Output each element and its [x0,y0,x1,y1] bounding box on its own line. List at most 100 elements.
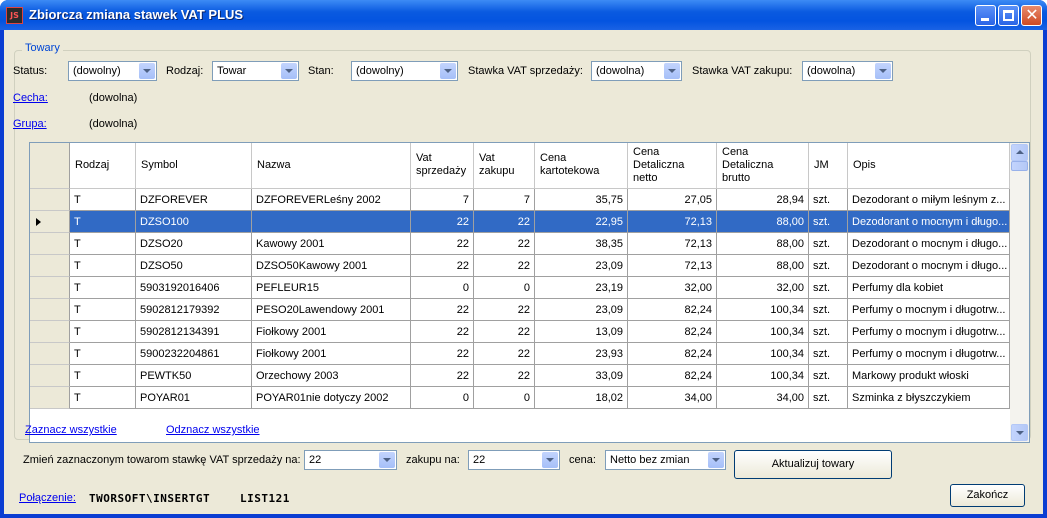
cell-cena-brutto[interactable]: 88,00 [717,211,809,233]
cell-opis[interactable]: Dezodorant o mocnym i długo... [848,211,1010,233]
row-selector-current[interactable] [30,211,70,233]
cell-cena-netto[interactable]: 82,24 [628,299,717,321]
cell-nazwa[interactable]: Fiołkowy 2001 [252,321,411,343]
cell-nazwa[interactable]: DZFOREVERLeśny 2002 [252,189,411,211]
vat-sprzedazy-combo[interactable]: (dowolna) [591,61,682,81]
cell-rodzaj[interactable]: T [70,277,136,299]
table-row[interactable]: T 5903192016406 PEFLEUR15 0 0 23,19 32,00 32,00… [30,277,1010,299]
cell-rodzaj[interactable]: T [70,211,136,233]
cell-vat-zakupu[interactable]: 22 [474,299,535,321]
cell-nazwa[interactable]: POYAR01nie dotyczy 2002 [252,387,411,409]
cell-cena-kartotekowa[interactable]: 18,02 [535,387,628,409]
row-selector[interactable] [30,387,70,409]
cell-cena-brutto[interactable]: 28,94 [717,189,809,211]
cell-jm[interactable]: szt. [809,321,848,343]
cell-rodzaj[interactable]: T [70,255,136,277]
cell-nazwa[interactable]: PESO20Lawendowy 2001 [252,299,411,321]
cell-vat-zakupu[interactable]: 22 [474,343,535,365]
cell-rodzaj[interactable]: T [70,387,136,409]
cell-cena-netto[interactable]: 34,00 [628,387,717,409]
cell-cena-brutto[interactable]: 100,34 [717,299,809,321]
cell-vat-zakupu[interactable]: 22 [474,255,535,277]
minimize-button[interactable] [975,5,996,26]
cell-cena-kartotekowa[interactable]: 38,35 [535,233,628,255]
cell-cena-brutto[interactable]: 34,00 [717,387,809,409]
cell-cena-kartotekowa[interactable]: 23,09 [535,299,628,321]
cell-cena-netto[interactable]: 72,13 [628,211,717,233]
cell-cena-brutto[interactable]: 100,34 [717,365,809,387]
cell-vat-zakupu[interactable]: 22 [474,233,535,255]
chevron-down-icon[interactable] [708,452,724,468]
col-opis[interactable]: Opis [848,143,1010,189]
cell-cena-kartotekowa[interactable]: 23,09 [535,255,628,277]
status-combo[interactable]: (dowolny) [68,61,157,81]
row-selector[interactable] [30,233,70,255]
update-products-button[interactable]: Aktualizuj towary [734,450,892,479]
cell-vat-sprzedazy[interactable]: 22 [411,321,474,343]
cell-opis[interactable]: Dezodorant o mocnym i długo... [848,255,1010,277]
table-row[interactable]: T DZSO100 22 22 22,95 72,13 88,00 szt. Dezodoran… [30,211,1010,233]
table-row[interactable]: T DZSO50 DZSO50Kawowy 2001 22 22 23,09 72,13 88… [30,255,1010,277]
cell-opis[interactable]: Szminka z błyszczykiem [848,387,1010,409]
scroll-down-icon[interactable] [1011,424,1028,441]
cell-rodzaj[interactable]: T [70,343,136,365]
cell-vat-sprzedazy[interactable]: 22 [411,343,474,365]
cell-vat-sprzedazy[interactable]: 22 [411,299,474,321]
close-window-button[interactable]: ✕ [1021,5,1042,26]
grupa-link[interactable]: Grupa: [13,118,47,130]
cell-nazwa[interactable]: PEFLEUR15 [252,277,411,299]
cell-vat-zakupu[interactable]: 22 [474,211,535,233]
cell-vat-sprzedazy[interactable]: 7 [411,189,474,211]
cell-vat-sprzedazy[interactable]: 22 [411,233,474,255]
cell-vat-zakupu[interactable]: 22 [474,321,535,343]
cell-cena-netto[interactable]: 82,24 [628,365,717,387]
cell-symbol[interactable]: DZFOREVER [136,189,252,211]
cell-vat-sprzedazy[interactable]: 0 [411,387,474,409]
cell-rodzaj[interactable]: T [70,365,136,387]
cell-vat-zakupu[interactable]: 0 [474,387,535,409]
cell-nazwa[interactable] [252,211,411,233]
table-row[interactable]: T 5902812134391 Fiołkowy 2001 22 22 13,09 82,2… [30,321,1010,343]
cell-rodzaj[interactable]: T [70,189,136,211]
chevron-down-icon[interactable] [139,63,155,79]
chevron-down-icon[interactable] [875,63,891,79]
cell-rodzaj[interactable]: T [70,321,136,343]
chevron-down-icon[interactable] [281,63,297,79]
cell-vat-sprzedazy[interactable]: 0 [411,277,474,299]
cell-cena-kartotekowa[interactable]: 35,75 [535,189,628,211]
cell-opis[interactable]: Perfumy dla kobiet [848,277,1010,299]
select-all-link[interactable]: Zaznacz wszystkie [25,424,117,436]
vertical-scrollbar[interactable] [1010,143,1029,442]
cell-jm[interactable]: szt. [809,277,848,299]
table-row[interactable]: T PEWTK50 Orzechowy 2003 22 22 33,09 82,24 100,… [30,365,1010,387]
cell-vat-zakupu[interactable]: 0 [474,277,535,299]
cell-cena-kartotekowa[interactable]: 23,19 [535,277,628,299]
col-vat-sprzedazy[interactable]: Vat sprzedaży [411,143,474,189]
chevron-down-icon[interactable] [379,452,395,468]
table-row[interactable]: T 5902812179392 PESO20Lawendowy 2001 22 22 23… [30,299,1010,321]
cell-vat-sprzedazy[interactable]: 22 [411,211,474,233]
cell-jm[interactable]: szt. [809,299,848,321]
cell-vat-zakupu[interactable]: 22 [474,365,535,387]
rodzaj-combo[interactable]: Towar [212,61,299,81]
cell-symbol[interactable]: DZSO50 [136,255,252,277]
cell-vat-zakupu[interactable]: 7 [474,189,535,211]
chevron-down-icon[interactable] [440,63,456,79]
cell-symbol[interactable]: 5902812134391 [136,321,252,343]
row-selector[interactable] [30,365,70,387]
deselect-all-link[interactable]: Odznacz wszystkie [166,424,260,436]
title-bar[interactable]: JS Zbiorcza zmiana stawek VAT PLUS ✕ [0,0,1047,30]
col-rodzaj[interactable]: Rodzaj [70,143,136,189]
cell-symbol[interactable]: POYAR01 [136,387,252,409]
cell-cena-netto[interactable]: 82,24 [628,343,717,365]
cell-cena-kartotekowa[interactable]: 33,09 [535,365,628,387]
cell-symbol[interactable]: 5900232204861 [136,343,252,365]
cell-cena-brutto[interactable]: 88,00 [717,255,809,277]
cecha-link[interactable]: Cecha: [13,92,48,104]
table-row[interactable]: T DZSO20 Kawowy 2001 22 22 38,35 72,13 88,00 szt… [30,233,1010,255]
cell-jm[interactable]: szt. [809,255,848,277]
cell-rodzaj[interactable]: T [70,299,136,321]
cell-jm[interactable]: szt. [809,211,848,233]
connection-link[interactable]: Połączenie: [19,492,76,504]
cell-symbol[interactable]: DZSO100 [136,211,252,233]
